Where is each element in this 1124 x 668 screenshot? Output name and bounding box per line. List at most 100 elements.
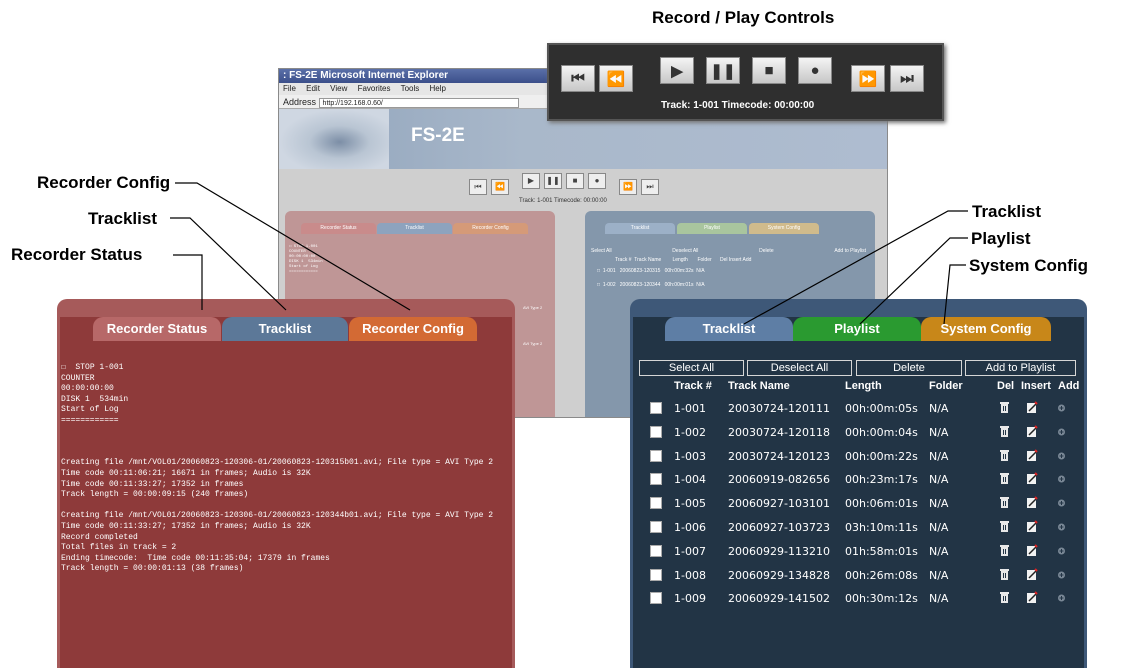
table-row[interactable]: 1-008 20060929-134828 00h:26m:08s N/A: [630, 565, 1081, 587]
mini-record-button[interactable]: ●: [588, 173, 606, 189]
trash-icon[interactable]: [999, 401, 1010, 414]
menu-edit[interactable]: Edit: [306, 84, 320, 93]
cell-track-name: 20030724-120111: [728, 402, 830, 415]
add-icon[interactable]: [1056, 401, 1067, 414]
row-checkbox[interactable]: [650, 402, 662, 414]
address-input[interactable]: http://192.168.0.60/: [318, 97, 519, 108]
pause-button[interactable]: ❚❚: [706, 57, 740, 84]
trash-icon[interactable]: [999, 520, 1010, 533]
mini-table-headers: Track # Track Name Length Folder Del Ins…: [615, 257, 752, 263]
row-checkbox[interactable]: [650, 521, 662, 533]
add-icon[interactable]: [1056, 544, 1067, 557]
cell-length: 00h:00m:05s: [845, 402, 918, 415]
tracklist-callout-right: Tracklist: [972, 202, 1041, 221]
add-icon[interactable]: [1056, 449, 1067, 462]
add-icon[interactable]: [1056, 568, 1067, 581]
insert-icon[interactable]: [1026, 425, 1038, 438]
stop-icon: ■: [764, 62, 774, 79]
insert-icon[interactable]: [1026, 448, 1038, 462]
table-row[interactable]: 1-004 20060919-082656 00h:23m:17s N/A: [630, 469, 1081, 491]
trash-icon[interactable]: [999, 472, 1010, 485]
row-checkbox[interactable]: [650, 425, 662, 438]
tab-tracklist-right[interactable]: Tracklist: [665, 317, 793, 341]
insert-icon[interactable]: [1026, 544, 1038, 557]
cell-track-number: 1-006: [674, 521, 706, 534]
skip-forward-icon: ⏭: [900, 70, 914, 87]
insert-icon[interactable]: [1026, 591, 1038, 604]
select-all-button[interactable]: Select All: [639, 360, 744, 376]
table-row[interactable]: 1-001 20030724-120111 00h:00m:05s N/A: [630, 398, 1081, 420]
row-checkbox[interactable]: [650, 473, 662, 486]
delete-button[interactable]: Delete: [856, 360, 962, 376]
tracklist-callout-left: Tracklist: [88, 209, 157, 228]
cell-length: 00h:26m:08s: [845, 568, 918, 582]
table-row[interactable]: 1-005 20060927-103101 00h:06m:01s N/A: [630, 493, 1081, 515]
cell-length: 01h:58m:01s: [845, 544, 918, 558]
rewind-button[interactable]: ⏪: [599, 65, 633, 92]
add-icon[interactable]: [1056, 425, 1067, 438]
tab-tracklist[interactable]: Tracklist: [222, 317, 348, 341]
add-icon[interactable]: [1056, 591, 1067, 604]
trash-icon[interactable]: [999, 425, 1010, 438]
mini-skip-back-button[interactable]: ⏮: [469, 179, 487, 195]
cell-folder: N/A: [929, 449, 949, 463]
insert-icon[interactable]: [1026, 401, 1038, 414]
eye-logo-image: [279, 109, 389, 169]
add-icon[interactable]: [1056, 472, 1067, 485]
header-folder: Folder: [929, 380, 963, 392]
add-to-playlist-button[interactable]: Add to Playlist: [965, 360, 1076, 376]
menu-view[interactable]: View: [330, 84, 347, 93]
menu-tools[interactable]: Tools: [401, 84, 420, 93]
add-icon[interactable]: [1056, 496, 1067, 509]
menu-file[interactable]: File: [283, 84, 296, 93]
insert-icon[interactable]: [1026, 472, 1038, 485]
mini-rewind-button[interactable]: ⏪: [491, 179, 509, 195]
mini-play-button[interactable]: ▶: [522, 173, 540, 189]
table-row[interactable]: 1-007 20060929-113210 01h:58m:01s N/A: [630, 541, 1081, 563]
mini-stop-button[interactable]: ■: [566, 173, 584, 189]
trash-icon[interactable]: [999, 568, 1010, 581]
app-logo: FS-2E: [411, 125, 465, 146]
mini-log-fragment-1: AVI Type 2: [523, 305, 543, 310]
row-checkbox[interactable]: [650, 544, 662, 557]
tab-system-config[interactable]: System Config: [921, 317, 1051, 341]
menu-favorites[interactable]: Favorites: [358, 84, 391, 93]
recorder-status-panel: Recorder Status Tracklist Recorder Confi…: [57, 299, 515, 668]
fast-forward-button[interactable]: ⏩: [851, 65, 885, 92]
table-row[interactable]: 1-006 20060927-103723 03h:10m:11s N/A: [630, 517, 1081, 539]
stop-button[interactable]: ■: [752, 57, 786, 84]
trash-icon[interactable]: [999, 544, 1010, 557]
mini-pause-button[interactable]: ❚❚: [544, 173, 562, 189]
record-button[interactable]: ●: [798, 57, 832, 84]
trash-icon[interactable]: [999, 449, 1010, 462]
table-row[interactable]: 1-009 20060929-141502 00h:30m:12s N/A: [630, 588, 1081, 610]
tab-recorder-config[interactable]: Recorder Config: [349, 317, 477, 341]
table-row[interactable]: 1-003 20030724-120123 00h:00m:22s N/A: [630, 446, 1081, 468]
tab-recorder-status[interactable]: Recorder Status: [93, 317, 221, 341]
menu-help[interactable]: Help: [430, 84, 446, 93]
add-icon[interactable]: [1056, 520, 1067, 533]
cell-folder: N/A: [929, 568, 949, 582]
mini-skip-forward-button[interactable]: ⏭: [641, 179, 659, 195]
insert-icon[interactable]: [1026, 496, 1038, 509]
trash-icon[interactable]: [999, 496, 1010, 509]
mini-fast-forward-button[interactable]: ⏩: [619, 179, 637, 195]
cell-track-name: 20060927-103101: [728, 497, 830, 511]
table-row[interactable]: 1-002 20030724-120118 00h:00m:04s N/A: [630, 422, 1081, 444]
insert-icon[interactable]: [1026, 567, 1038, 581]
cell-track-name: 20030724-120118: [728, 425, 830, 439]
deselect-all-button[interactable]: Deselect All: [747, 360, 852, 376]
row-checkbox[interactable]: [650, 497, 662, 510]
trash-icon[interactable]: [999, 591, 1010, 604]
insert-icon[interactable]: [1026, 520, 1038, 533]
cell-track-name: 20060929-113210: [728, 544, 830, 558]
row-checkbox[interactable]: [650, 449, 662, 462]
cell-track-number: 1-001: [674, 402, 706, 415]
row-checkbox[interactable]: [650, 568, 662, 581]
tab-playlist[interactable]: Playlist: [793, 317, 921, 341]
skip-forward-button[interactable]: ⏭: [890, 65, 924, 92]
row-checkbox[interactable]: [650, 592, 662, 605]
cell-track-name: 20060927-103723: [728, 521, 830, 534]
play-button[interactable]: ▶: [660, 57, 694, 84]
skip-back-button[interactable]: ⏮: [561, 65, 595, 92]
